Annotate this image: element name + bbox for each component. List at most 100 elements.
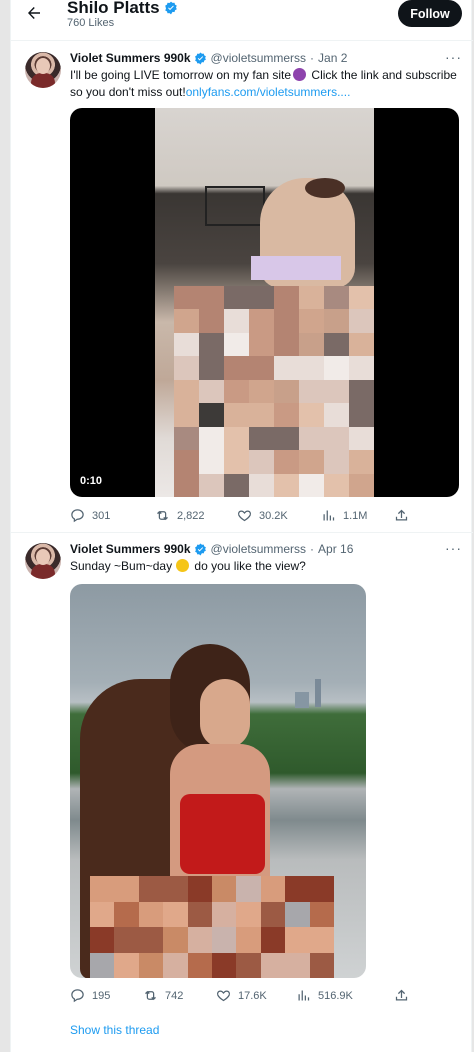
divider — [11, 40, 473, 41]
mosaic-tile — [324, 286, 349, 310]
mosaic-tile — [187, 952, 212, 978]
mosaic-tile — [324, 332, 349, 357]
mosaic-tile — [309, 901, 334, 927]
mosaic-tile — [199, 356, 224, 380]
author-name[interactable]: Violet Summers 990k — [70, 51, 191, 65]
mosaic-tile — [138, 901, 164, 927]
repost-button[interactable]: 2,822 — [155, 508, 205, 523]
mosaic-tile — [174, 309, 199, 333]
verified-badge-icon — [194, 543, 206, 555]
mosaic-tile — [236, 901, 261, 927]
follow-button[interactable]: Follow — [398, 0, 462, 27]
mosaic-tile — [260, 927, 286, 953]
verified-badge-icon — [194, 52, 206, 64]
back-arrow-icon[interactable] — [25, 4, 43, 22]
mosaic-tile — [249, 332, 274, 357]
tweet-date[interactable]: Apr 16 — [318, 542, 353, 556]
mosaic-tile — [274, 286, 299, 310]
censored-pixelation — [90, 876, 334, 978]
mosaic-tile — [187, 927, 212, 953]
like-button[interactable]: 17.6K — [216, 988, 267, 1003]
tweet-actions: 301 2,822 30.2K 1.1M — [70, 508, 408, 524]
mosaic-tile — [324, 309, 349, 333]
profile-likes-count: 760 Likes — [67, 17, 115, 29]
repost-count: 742 — [165, 989, 184, 1002]
mosaic-tile — [224, 332, 249, 357]
tweet-link[interactable]: onlyfans.com/violetsummers.... — [186, 85, 351, 99]
mosaic-tile — [163, 927, 188, 953]
share-button[interactable] — [394, 508, 409, 523]
mosaic-tile — [260, 952, 286, 978]
like-button[interactable]: 30.2K — [237, 508, 288, 523]
mosaic-tile — [299, 450, 324, 474]
photo[interactable] — [70, 584, 366, 978]
verified-badge-icon — [164, 1, 177, 15]
more-options-icon[interactable]: ··· — [445, 49, 462, 65]
author-handle[interactable]: @violetsummerss — [211, 51, 307, 65]
tweet-text-part: I'll be going LIVE tomorrow on my fan si… — [70, 68, 292, 82]
mosaic-tile — [260, 876, 286, 902]
mosaic-tile — [285, 901, 310, 927]
reply-button[interactable]: 301 — [70, 508, 110, 523]
mosaic-tile — [349, 426, 374, 451]
mosaic-tile — [309, 952, 334, 978]
repost-count: 2,822 — [177, 509, 205, 522]
mosaic-tile — [324, 403, 349, 427]
divider — [11, 532, 473, 533]
show-thread-link[interactable]: Show this thread — [70, 1023, 159, 1037]
mosaic-tile — [138, 927, 164, 953]
mosaic-tile — [187, 876, 212, 902]
winking-tongue-emoji-icon — [176, 559, 190, 572]
mosaic-tile — [274, 309, 299, 333]
mosaic-tile — [138, 876, 164, 902]
mosaic-tile — [236, 952, 261, 978]
mosaic-tile — [174, 473, 199, 497]
mosaic-tile — [285, 876, 310, 902]
mosaic-tile — [224, 473, 249, 497]
views-chart-icon — [323, 510, 335, 521]
tweet-actions: 195 742 17.6K 516.9K — [70, 988, 408, 1004]
mosaic-tile — [274, 426, 299, 451]
mosaic-tile — [199, 426, 224, 451]
more-options-icon[interactable]: ··· — [445, 540, 462, 556]
mosaic-tile — [299, 379, 324, 404]
mosaic-tile — [249, 426, 274, 451]
reply-button[interactable]: 195 — [70, 988, 110, 1003]
profile-name: Shilo Platts — [67, 0, 178, 18]
profile-name-text: Shilo Platts — [67, 0, 160, 17]
tweet-header: Violet Summers 990k @violetsummerss · Ap… — [70, 542, 353, 556]
mosaic-tile — [199, 450, 224, 474]
mosaic-tile — [299, 286, 324, 310]
heart-icon — [237, 510, 252, 522]
mosaic-tile — [299, 426, 324, 451]
mosaic-tile — [349, 309, 374, 333]
tweet-date[interactable]: Jan 2 — [318, 51, 347, 65]
views-count: 516.9K — [318, 989, 353, 1002]
mosaic-tile — [299, 473, 324, 497]
censored-pixelation — [174, 286, 374, 497]
share-button[interactable] — [394, 988, 409, 1003]
share-icon — [395, 989, 408, 1001]
author-name[interactable]: Violet Summers 990k — [70, 542, 191, 556]
mosaic-tile — [299, 332, 324, 357]
author-handle[interactable]: @violetsummerss — [211, 542, 307, 556]
views-button[interactable]: 1.1M — [321, 508, 367, 523]
video-player[interactable]: 0:10 — [70, 108, 459, 497]
mosaic-tile — [174, 379, 199, 404]
mosaic-tile — [90, 952, 115, 978]
mosaic-tile — [174, 332, 199, 357]
views-button[interactable]: 516.9K — [296, 988, 353, 1003]
mosaic-tile — [324, 379, 349, 404]
mosaic-tile — [114, 901, 139, 927]
mosaic-tile — [163, 952, 188, 978]
tweet-text-part: do you like the view? — [191, 559, 306, 573]
repost-button[interactable]: 742 — [143, 988, 183, 1003]
mosaic-tile — [114, 876, 139, 902]
mosaic-tile — [249, 356, 274, 380]
mosaic-tile — [249, 450, 274, 474]
mosaic-tile — [324, 450, 349, 474]
like-count: 17.6K — [238, 989, 267, 1002]
avatar[interactable] — [25, 543, 61, 579]
avatar[interactable] — [25, 52, 61, 88]
repost-icon — [145, 990, 156, 1001]
